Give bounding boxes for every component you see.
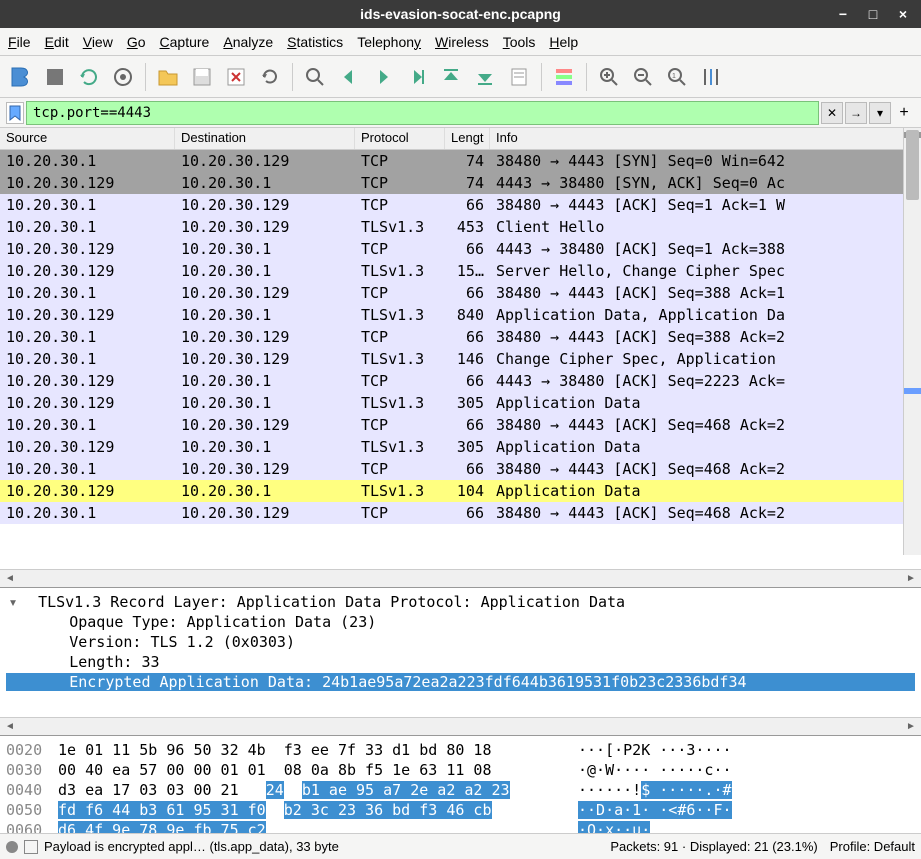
save-file-button[interactable] (187, 62, 217, 92)
clear-filter-button[interactable]: ✕ (821, 102, 843, 124)
menu-capture[interactable]: Capture (160, 34, 210, 50)
scroll-right-icon[interactable]: ► (903, 720, 919, 734)
expert-info-button[interactable] (6, 841, 18, 853)
packet-row[interactable]: 10.20.30.110.20.30.129TLSv1.3146Change C… (0, 348, 921, 370)
go-to-packet-button[interactable] (402, 62, 432, 92)
detail-tree-item[interactable]: Length: 33 (6, 652, 915, 672)
detail-tree-item[interactable]: Version: TLS 1.2 (0x0303) (6, 632, 915, 652)
zoom-in-button[interactable] (594, 62, 624, 92)
packet-row[interactable]: 10.20.30.12910.20.30.1TCP744443 → 38480 … (0, 172, 921, 194)
resize-columns-button[interactable] (696, 62, 726, 92)
zoom-out-button[interactable] (628, 62, 658, 92)
capture-file-properties-button[interactable] (24, 840, 38, 854)
menu-analyze[interactable]: Analyze (223, 34, 273, 50)
go-back-button[interactable] (334, 62, 364, 92)
detail-tree-item[interactable]: ▾ TLSv1.3 Record Layer: Application Data… (6, 592, 915, 612)
packet-row[interactable]: 10.20.30.12910.20.30.1TCP664443 → 38480 … (0, 370, 921, 392)
column-info[interactable]: Info (490, 128, 921, 149)
hex-line[interactable]: 003000 40 ea 57 00 00 01 01 08 0a 8b f5 … (6, 760, 915, 780)
close-button[interactable]: × (889, 3, 917, 25)
detail-tree-item[interactable]: Opaque Type: Application Data (23) (6, 612, 915, 632)
hex-line[interactable]: 00201e 01 11 5b 96 50 32 4b f3 ee 7f 33 … (6, 740, 915, 760)
colorize-button[interactable] (549, 62, 579, 92)
minimize-button[interactable]: − (829, 3, 857, 25)
capture-options-button[interactable] (108, 62, 138, 92)
auto-scroll-button[interactable] (504, 62, 534, 92)
display-filter-input[interactable]: tcp.port==4443 (26, 101, 819, 125)
menu-edit[interactable]: Edit (45, 34, 69, 50)
svg-text:1: 1 (672, 73, 676, 80)
window-title: ids-evasion-socat-enc.pcapng (360, 6, 561, 22)
packet-row[interactable]: 10.20.30.12910.20.30.1TLSv1.3305Applicat… (0, 436, 921, 458)
column-destination[interactable]: Destination (175, 128, 355, 149)
filter-history-button[interactable]: ▾ (869, 102, 891, 124)
hex-line[interactable]: 0040d3 ea 17 03 03 00 21 24 b1 ae 95 a7 … (6, 780, 915, 800)
packet-row[interactable]: 10.20.30.12910.20.30.1TLSv1.3104Applicat… (0, 480, 921, 502)
open-file-button[interactable] (153, 62, 183, 92)
menu-help[interactable]: Help (549, 34, 578, 50)
packet-bytes-pane[interactable]: 00201e 01 11 5b 96 50 32 4b f3 ee 7f 33 … (0, 735, 921, 833)
packet-row[interactable]: 10.20.30.110.20.30.129TCP7438480 → 4443 … (0, 150, 921, 172)
menu-bar: File Edit View Go Capture Analyze Statis… (0, 28, 921, 56)
scroll-right-icon[interactable]: ► (903, 572, 919, 586)
packet-row[interactable]: 10.20.30.110.20.30.129TCP6638480 → 4443 … (0, 414, 921, 436)
main-toolbar: 1 (0, 56, 921, 98)
packet-list-hscroll[interactable]: ◄ ► (0, 569, 921, 587)
go-last-button[interactable] (470, 62, 500, 92)
column-protocol[interactable]: Protocol (355, 128, 445, 149)
menu-telephony[interactable]: Telephony (357, 34, 421, 50)
packet-row[interactable]: 10.20.30.110.20.30.129TCP6638480 → 4443 … (0, 326, 921, 348)
bookmark-filter-button[interactable] (6, 102, 24, 124)
close-file-button[interactable] (221, 62, 251, 92)
hex-line[interactable]: 0060d6 4f 9e 78 9e fb 75 c2 ·O·x··u· (6, 820, 915, 833)
packet-row[interactable]: 10.20.30.110.20.30.129TCP6638480 → 4443 … (0, 458, 921, 480)
menu-statistics[interactable]: Statistics (287, 34, 343, 50)
apply-filter-button[interactable]: → (845, 102, 867, 124)
packet-details-pane[interactable]: ▾ TLSv1.3 Record Layer: Application Data… (0, 587, 921, 717)
packet-row[interactable]: 10.20.30.110.20.30.129TCP6638480 → 4443 … (0, 194, 921, 216)
menu-file[interactable]: File (8, 34, 31, 50)
packet-row[interactable]: 10.20.30.110.20.30.129TCP6638480 → 4443 … (0, 502, 921, 524)
packet-row[interactable]: 10.20.30.110.20.30.129TLSv1.3453Client H… (0, 216, 921, 238)
zoom-reset-button[interactable]: 1 (662, 62, 692, 92)
stop-capture-button[interactable] (40, 62, 70, 92)
packet-row[interactable]: 10.20.30.12910.20.30.1TLSv1.3840Applicat… (0, 304, 921, 326)
display-filter-bar: tcp.port==4443 ✕ → ▾ + (0, 98, 921, 128)
packet-list-pane[interactable]: Source Destination Protocol Lengt Info 1… (0, 128, 921, 569)
column-source[interactable]: Source (0, 128, 175, 149)
hex-line[interactable]: 0050fd f6 44 b3 61 95 31 f0 b2 3c 23 36 … (6, 800, 915, 820)
menu-view[interactable]: View (83, 34, 113, 50)
go-forward-button[interactable] (368, 62, 398, 92)
scroll-left-icon[interactable]: ◄ (2, 720, 18, 734)
status-packet-count: Packets: 91 · Displayed: 21 (23.1%) (610, 839, 817, 854)
find-packet-button[interactable] (300, 62, 330, 92)
detail-tree-item-selected[interactable]: Encrypted Application Data: 24b1ae95a72e… (6, 672, 915, 692)
packet-row[interactable]: 10.20.30.12910.20.30.1TCP664443 → 38480 … (0, 238, 921, 260)
add-filter-button[interactable]: + (893, 102, 915, 124)
menu-tools[interactable]: Tools (503, 34, 536, 50)
menu-go[interactable]: Go (127, 34, 146, 50)
packet-row[interactable]: 10.20.30.12910.20.30.1TLSv1.315…Server H… (0, 260, 921, 282)
status-profile[interactable]: Profile: Default (830, 839, 915, 854)
menu-wireless[interactable]: Wireless (435, 34, 489, 50)
packet-row[interactable]: 10.20.30.110.20.30.129TCP6638480 → 4443 … (0, 282, 921, 304)
details-hscroll[interactable]: ◄ ► (0, 717, 921, 735)
status-bar: Payload is encrypted appl… (tls.app_data… (0, 833, 921, 859)
scroll-left-icon[interactable]: ◄ (2, 572, 18, 586)
packet-row[interactable]: 10.20.30.12910.20.30.1TLSv1.3305Applicat… (0, 392, 921, 414)
start-capture-button[interactable] (6, 62, 36, 92)
status-field-info: Payload is encrypted appl… (tls.app_data… (44, 839, 339, 854)
window-titlebar: ids-evasion-socat-enc.pcapng − □ × (0, 0, 921, 28)
column-length[interactable]: Lengt (445, 128, 490, 149)
maximize-button[interactable]: □ (859, 3, 887, 25)
packet-list-scrollbar[interactable] (903, 128, 921, 555)
go-first-button[interactable] (436, 62, 466, 92)
packet-list-header[interactable]: Source Destination Protocol Lengt Info (0, 128, 921, 150)
reload-file-button[interactable] (255, 62, 285, 92)
restart-capture-button[interactable] (74, 62, 104, 92)
